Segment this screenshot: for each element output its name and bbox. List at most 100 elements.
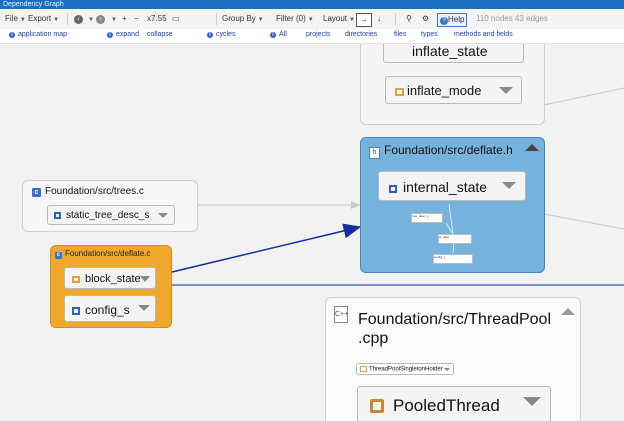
- edge-deflate-h-out[interactable]: [543, 213, 624, 230]
- toolbar: File ▼ Export ▼ ‹ ▼ › ▼ + − x7.55 ▭ Group …: [0, 9, 624, 29]
- layout-top-down-button[interactable]: ↓: [377, 13, 381, 25]
- files-link[interactable]: files: [394, 31, 406, 38]
- tiny-node[interactable]: ct_data: [438, 234, 472, 244]
- fit-button[interactable]: ▭: [172, 13, 180, 25]
- cycles-label: cycles: [216, 31, 236, 38]
- inflate-mode-node[interactable]: inflate_mode: [385, 76, 522, 104]
- deflate-c-header: c Foundation/src/deflate.c: [55, 249, 150, 259]
- export-menu-label: Export: [28, 14, 52, 23]
- info-icon: i: [9, 32, 15, 38]
- chevron-down-icon[interactable]: [523, 397, 541, 406]
- block-state-label: block_state: [85, 273, 141, 285]
- config-s-label: config_s: [85, 303, 130, 317]
- edge-deflate-c-to-deflate-h[interactable]: [171, 223, 362, 273]
- trees-c-group[interactable]: c Foundation/src/trees.c static_tree_desc…: [22, 180, 198, 232]
- info-icon: i: [270, 32, 276, 38]
- chevron-down-icon[interactable]: [499, 87, 513, 94]
- struct-icon: [54, 212, 61, 219]
- group-by-menu[interactable]: Group By ▼: [222, 13, 264, 25]
- layout-left-right-button[interactable]: →: [356, 13, 372, 27]
- inflate-state-label: inflate_state: [412, 44, 488, 59]
- deflate-h-group[interactable]: h Foundation/src/deflate.h internal_state…: [360, 137, 545, 273]
- class-icon: [360, 366, 367, 372]
- chevron-down-icon[interactable]: [138, 305, 150, 311]
- settings-button[interactable]: ⚙: [422, 13, 429, 25]
- view-link-bar: i application map i expand collapse i cycle…: [0, 29, 624, 44]
- collapse-link[interactable]: collapse: [147, 31, 173, 38]
- filter-label: Filter (0): [276, 14, 306, 23]
- toolbar-separator: [67, 13, 68, 25]
- tiny-node-label: ct_data: [439, 235, 449, 239]
- zoom-out-button[interactable]: −: [134, 13, 139, 25]
- inflate-mode-label: inflate_mode: [407, 83, 482, 98]
- edge-inflate-group-out[interactable]: [543, 87, 624, 106]
- static-tree-desc-node[interactable]: static_tree_desc_s: [47, 205, 175, 225]
- gear-icon: ⚙: [422, 14, 430, 23]
- chevron-down-icon: ▼: [257, 17, 264, 23]
- threadpool-group[interactable]: C++ Foundation/src/ThreadPool .cpp Thread…: [325, 297, 581, 421]
- info-icon: i: [207, 32, 213, 38]
- application-map-label: application map: [18, 31, 68, 38]
- pooled-thread-node[interactable]: PooledThread: [357, 386, 551, 421]
- inflate-group[interactable]: inflate_state inflate_mode: [360, 44, 545, 125]
- application-map-link[interactable]: i application map: [9, 31, 67, 38]
- toolbar-separator: [395, 13, 396, 25]
- enum-icon: [72, 275, 80, 283]
- threadpool-title-line2: .cpp: [358, 330, 389, 347]
- group-by-label: Group By: [222, 14, 256, 23]
- layout-label: Layout: [323, 14, 348, 23]
- chevron-down-icon: ▼: [307, 17, 314, 23]
- pooled-thread-label: PooledThread: [393, 396, 500, 415]
- chevron-down-icon[interactable]: [158, 213, 168, 218]
- methods-fields-link[interactable]: methods and fields: [454, 31, 513, 38]
- chevron-down-icon[interactable]: [444, 368, 450, 371]
- window-title: Dependency Graph: [0, 0, 624, 9]
- all-label: All: [279, 31, 287, 38]
- chevron-up-icon[interactable]: [561, 308, 575, 315]
- forward-history-dropdown[interactable]: ▼: [109, 13, 117, 25]
- inflate-state-node[interactable]: inflate_state: [383, 44, 524, 63]
- c-file-icon: c: [32, 188, 41, 197]
- back-button[interactable]: ‹: [74, 13, 83, 25]
- chevron-down-icon: ▼: [349, 17, 355, 23]
- c-file-icon: c: [55, 252, 62, 259]
- cycles-link[interactable]: i cycles: [207, 31, 235, 38]
- chevron-down-icon: ▼: [88, 17, 94, 23]
- all-link[interactable]: i All: [270, 31, 287, 38]
- chevron-down-icon[interactable]: [140, 276, 150, 282]
- trees-c-title: Foundation/src/trees.c: [45, 186, 144, 197]
- types-link[interactable]: types: [421, 31, 438, 38]
- threadpool-title-line1: Foundation/src/ThreadPool: [358, 311, 551, 328]
- toolbar-separator: [216, 13, 217, 25]
- chevron-down-icon: ▼: [111, 17, 117, 23]
- tiny-node[interactable]: config_s: [433, 254, 473, 264]
- help-button[interactable]: ? Help: [437, 13, 468, 27]
- arrow-down-icon: ↓: [377, 14, 381, 23]
- filter-menu[interactable]: Filter (0) ▼: [276, 13, 314, 25]
- file-menu[interactable]: File ▼: [5, 13, 26, 25]
- class-icon: [370, 399, 384, 413]
- tiny-node[interactable]: tree_desc_s: [411, 213, 443, 223]
- graph-canvas[interactable]: inflate_state inflate_mode h Foundation/s…: [0, 44, 624, 421]
- threadpool-singleton-holder-node[interactable]: ThreadPoolSingletonHolder: [356, 363, 454, 375]
- deflate-c-group[interactable]: c Foundation/src/deflate.c block_state co…: [50, 245, 172, 328]
- forward-button[interactable]: ›: [96, 13, 105, 25]
- layout-menu[interactable]: Layout ▼: [323, 13, 355, 25]
- projects-link[interactable]: projects: [306, 31, 331, 38]
- history-dropdown[interactable]: ▼: [86, 13, 94, 25]
- expand-link[interactable]: i expand: [107, 31, 139, 38]
- directories-link[interactable]: directories: [345, 31, 377, 38]
- config-s-node[interactable]: config_s: [64, 295, 156, 322]
- search-button[interactable]: ⚲: [406, 13, 412, 25]
- zoom-level: x7.55: [147, 14, 167, 23]
- block-state-node[interactable]: block_state: [64, 267, 156, 289]
- threadpool-header: Foundation/src/ThreadPool .cpp: [358, 310, 551, 348]
- help-icon: ?: [440, 17, 448, 25]
- zoom-in-button[interactable]: +: [122, 13, 127, 25]
- file-menu-label: File: [5, 14, 18, 23]
- export-menu[interactable]: Export ▼: [28, 13, 59, 25]
- arrow-right-icon: →: [360, 15, 368, 24]
- cpp-file-icon: C++: [334, 306, 348, 323]
- help-label: Help: [448, 15, 465, 24]
- tiny-node-label: tree_desc_s: [412, 214, 429, 218]
